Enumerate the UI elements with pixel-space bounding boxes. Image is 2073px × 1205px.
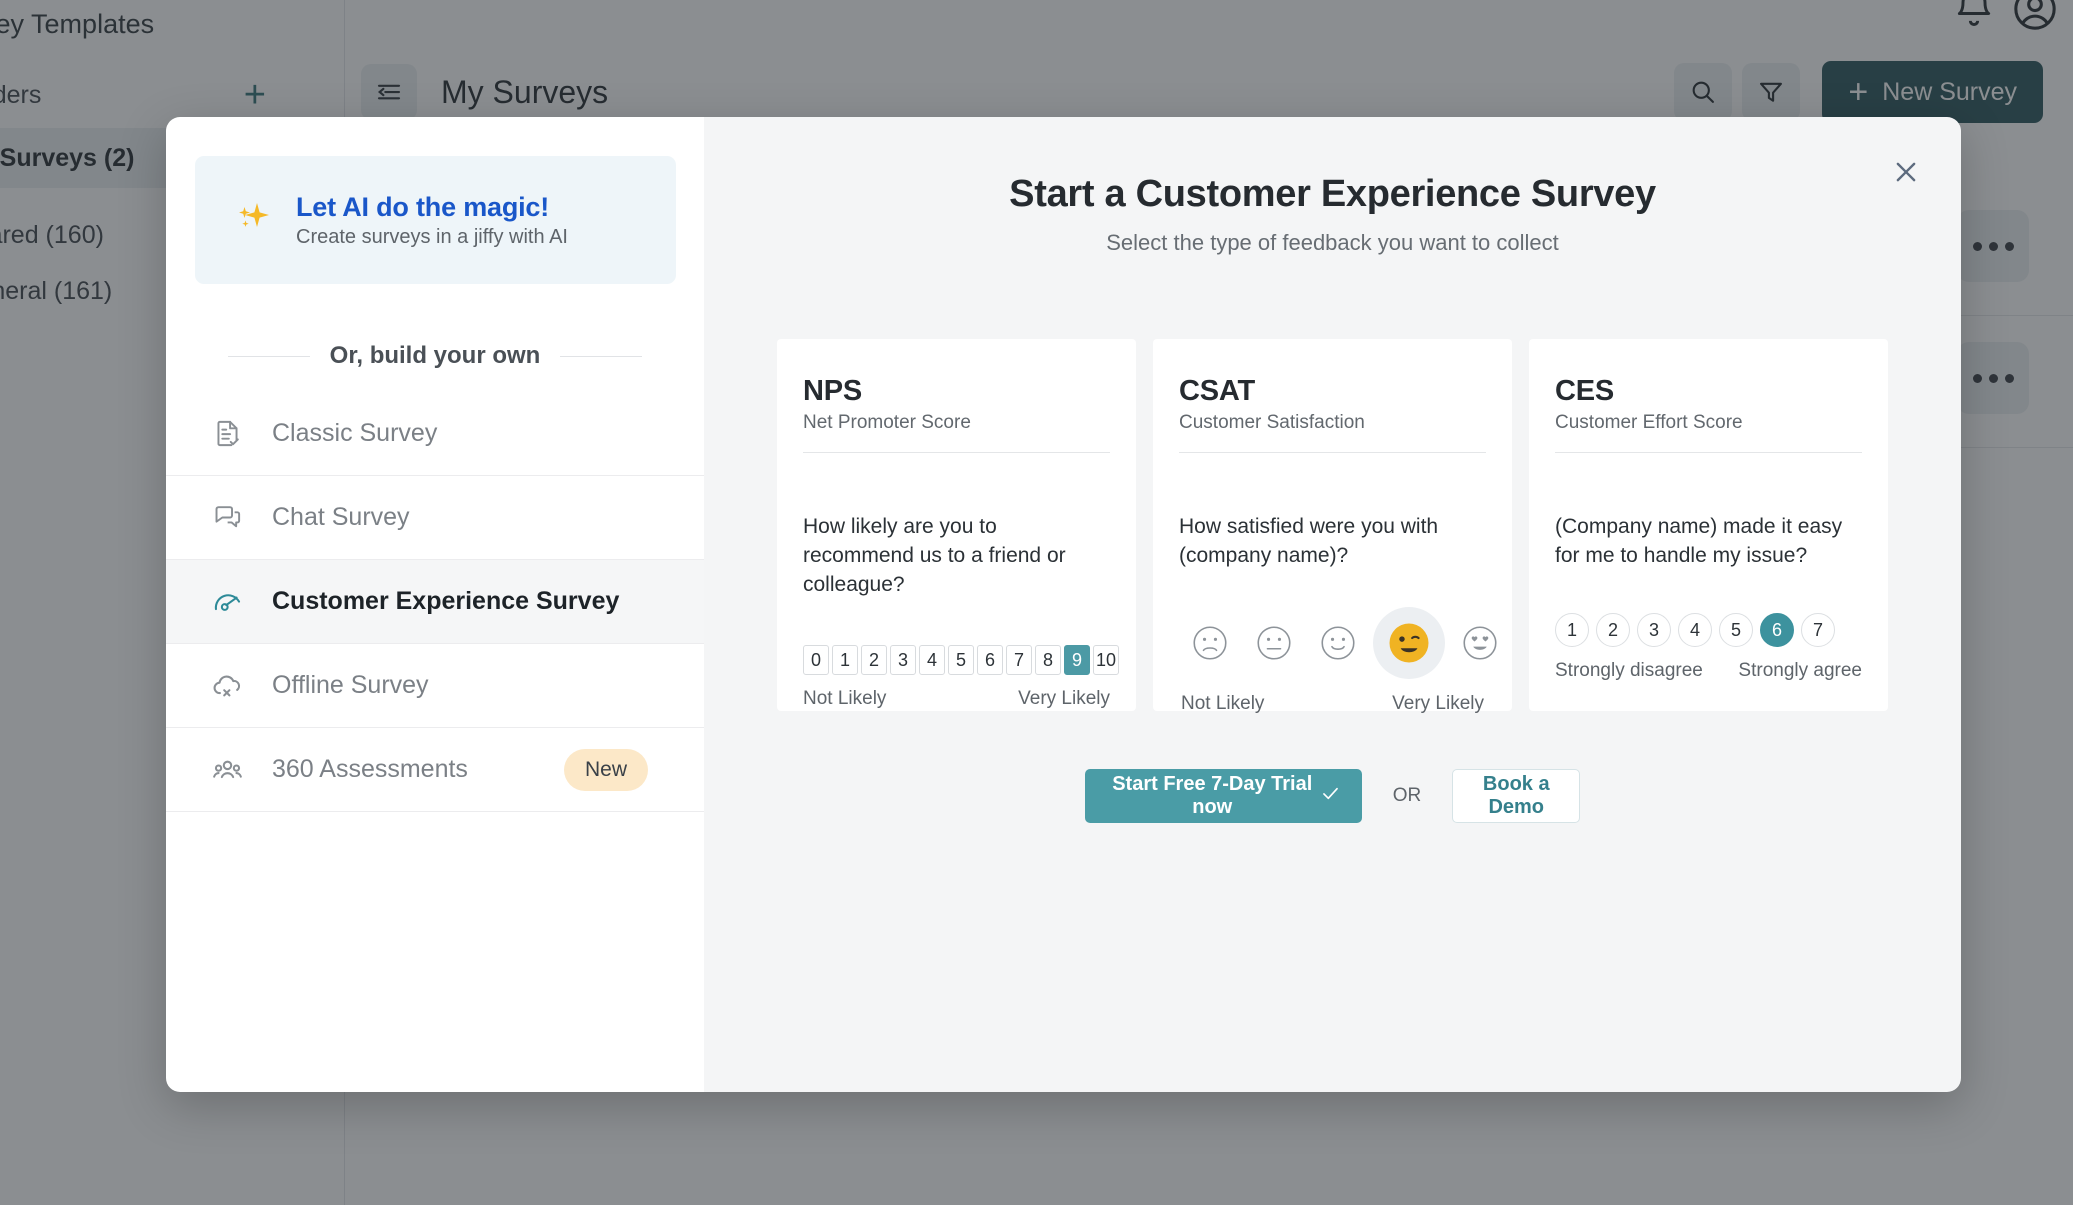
card-name: Customer Satisfaction [1179,412,1365,433]
check-icon [1320,783,1341,810]
card-divider [803,452,1110,453]
ai-promo-text: Let AI do the magic! Create surveys in a… [296,192,568,249]
modal-left-panel: Let AI do the magic! Create surveys in a… [166,117,704,1092]
gauge-icon [210,585,244,619]
ces-option[interactable]: 4 [1678,613,1712,647]
card-name: Net Promoter Score [803,412,971,433]
card-code: CSAT [1179,375,1255,407]
scale-high-label: Strongly agree [1738,660,1862,681]
divider-line-right [560,355,643,357]
scale-high-label: Very Likely [1392,693,1484,714]
ces-option[interactable]: 1 [1555,613,1589,647]
modal-title: Start a Customer Experience Survey [1009,173,1656,215]
heart-eyes-face-icon[interactable] [1451,614,1509,672]
scale-low-label: Strongly disagree [1555,660,1703,681]
ces-option[interactable]: 7 [1801,613,1835,647]
ai-promo-subtitle: Create surveys in a jiffy with AI [296,225,568,248]
card-ces[interactable]: CES Customer Effort Score (Company name)… [1529,339,1888,711]
sparkles-icon [232,197,274,244]
ai-promo-card[interactable]: Let AI do the magic! Create surveys in a… [195,156,676,284]
nps-option[interactable]: 0 [803,645,829,676]
nps-scale[interactable]: 0 1 2 3 4 5 6 7 8 9 10 [803,645,1119,676]
menu-item-label: Customer Experience Survey [272,587,620,615]
ces-scale[interactable]: 1 2 3 4 5 6 7 [1555,613,1862,647]
nps-option[interactable]: 7 [1006,645,1032,676]
menu-item-classic-survey[interactable]: Classic Survey [166,392,704,476]
card-question: How satisfied were you with (company nam… [1179,515,1439,567]
slight-smile-face-icon[interactable] [1309,614,1367,672]
nps-option-selected[interactable]: 9 [1064,645,1090,676]
close-icon[interactable] [1885,151,1927,193]
card-nps[interactable]: NPS Net Promoter Score How likely are yo… [777,339,1136,711]
survey-type-menu: Classic Survey Chat Survey Customer Expe… [166,392,704,812]
nps-option[interactable]: 1 [832,645,858,676]
divider-line-left [228,355,310,357]
nps-option[interactable]: 3 [890,645,916,676]
start-free-trial-label: Start Free 7-Day Trial now [1112,773,1313,818]
nps-option[interactable]: 4 [919,645,945,676]
csat-emoji-scale[interactable] [1179,607,1497,679]
nps-option[interactable]: 5 [948,645,974,676]
modal-cta-row: Start Free 7-Day Trial now OR Book a Dem… [704,769,1961,823]
card-divider [1179,452,1486,453]
csat-scale-labels: Not Likely Very Likely [1179,693,1486,715]
survey-type-modal: Let AI do the magic! Create surveys in a… [166,117,1961,1092]
people-group-icon [210,753,244,787]
sad-face-icon[interactable] [1181,614,1239,672]
nps-scale-labels: Not Likely Very Likely [803,688,1110,710]
nps-option[interactable]: 2 [861,645,887,676]
ai-promo-title: Let AI do the magic! [296,191,550,222]
cloud-off-icon [210,669,244,703]
ces-option[interactable]: 5 [1719,613,1753,647]
menu-item-chat-survey[interactable]: Chat Survey [166,476,704,560]
card-code: NPS [803,375,863,407]
or-label: OR [1392,785,1422,806]
menu-item-360-assessments[interactable]: 360 Assessments New [166,728,704,812]
menu-item-customer-experience-survey[interactable]: Customer Experience Survey [166,560,704,644]
ces-scale-labels: Strongly disagree Strongly agree [1555,660,1862,682]
status-badge: New [563,748,648,791]
ces-option-selected[interactable]: 6 [1760,613,1794,647]
nps-option[interactable]: 8 [1035,645,1061,676]
document-check-icon [210,417,244,451]
build-your-own-divider: Or, build your own [228,342,643,370]
card-name: Customer Effort Score [1555,412,1743,433]
menu-item-offline-survey[interactable]: Offline Survey [166,644,704,728]
scale-low-label: Not Likely [803,688,887,710]
ces-option[interactable]: 3 [1637,613,1671,647]
survey-type-cards: NPS Net Promoter Score How likely are yo… [704,339,1961,714]
start-free-trial-button[interactable]: Start Free 7-Day Trial now [1084,769,1362,823]
card-csat[interactable]: CSAT Customer Satisfaction How satisfied… [1153,339,1512,714]
nps-option[interactable]: 6 [977,645,1003,676]
neutral-face-icon[interactable] [1245,614,1303,672]
ces-option[interactable]: 2 [1596,613,1630,647]
modal-right-panel: Start a Customer Experience Survey Selec… [704,117,1961,1092]
divider-label: Or, build your own [329,342,541,369]
card-question: (Company name) made it easy for me to ha… [1555,515,1843,567]
book-a-demo-button[interactable]: Book a Demo [1452,769,1581,823]
menu-item-label: Offline Survey [272,671,429,699]
card-question: How likely are you to recommend us to a … [803,515,1066,596]
menu-item-label: Chat Survey [272,503,410,531]
nps-option[interactable]: 10 [1093,645,1119,676]
menu-item-label: Classic Survey [272,419,438,447]
scale-low-label: Not Likely [1181,693,1265,714]
card-code: CES [1555,375,1615,407]
card-divider [1555,452,1862,453]
scale-high-label: Very Likely [1018,688,1110,710]
menu-item-label: 360 Assessments [272,755,468,783]
modal-subtitle: Select the type of feedback you want to … [1106,230,1559,255]
chat-bubble-icon [210,501,244,535]
winking-smile-face-icon[interactable] [1373,607,1445,679]
